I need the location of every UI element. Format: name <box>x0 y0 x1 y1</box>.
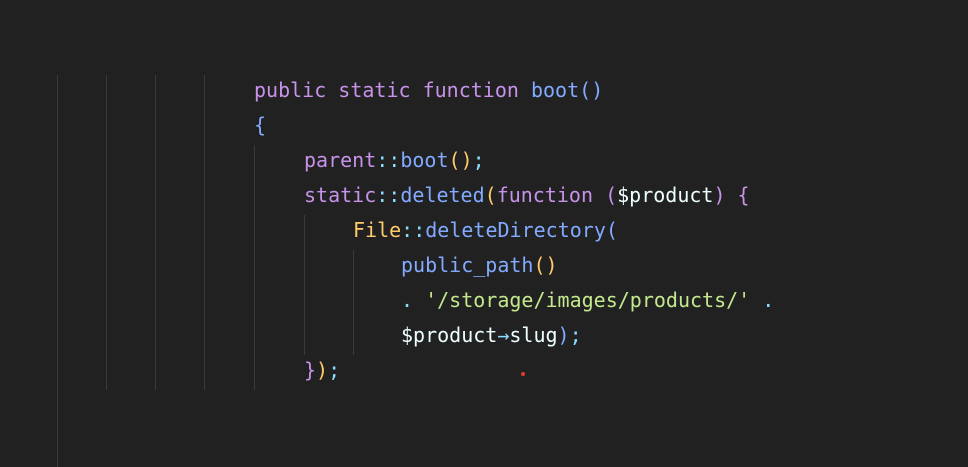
string-token: '/storage/images/products/' <box>425 288 751 312</box>
arrow-operator-token: → <box>497 323 510 347</box>
function-name-token: public_path <box>401 253 534 277</box>
code-line-4[interactable]: static::deleted(function ($product) { <box>304 178 750 213</box>
paren-token: ) <box>557 323 570 347</box>
variable-token: $product <box>617 183 714 207</box>
code-line-1[interactable]: public static function boot() <box>254 73 603 108</box>
indent-guide <box>204 75 205 390</box>
indent-guide <box>353 250 354 355</box>
indent-guide <box>155 75 156 390</box>
keyword-token: static <box>304 183 377 207</box>
paren-token: ( <box>605 218 618 242</box>
paren-token: ) <box>460 148 473 172</box>
paren-token: ) <box>713 183 726 207</box>
code-line-6[interactable]: public_path() <box>401 248 558 283</box>
brace-token: { <box>737 183 750 207</box>
keyword-token: public <box>254 78 327 102</box>
keyword-token: function <box>496 183 594 207</box>
paren-token: ) <box>545 253 558 277</box>
code-line-2[interactable]: { <box>254 108 266 143</box>
keyword-token: static <box>338 78 411 102</box>
function-name-token: boot <box>530 78 580 102</box>
scope-operator-token: :: <box>376 183 401 207</box>
indent-guide <box>106 75 107 390</box>
paren-token: ( <box>448 148 461 172</box>
code-line-8[interactable]: $product→slug); <box>401 318 582 353</box>
keyword-token: parent <box>304 148 377 172</box>
function-name-token: deleteDirectory <box>425 218 606 242</box>
property-token: slug <box>509 323 558 347</box>
paren-token: ( <box>579 78 592 102</box>
function-name-token: deleted <box>400 183 485 207</box>
variable-token: $product <box>401 323 498 347</box>
paren-token: ( <box>484 183 497 207</box>
paren-token: ) <box>591 78 604 102</box>
semicolon-token: ; <box>472 148 485 172</box>
class-name-token: File <box>353 218 402 242</box>
scope-operator-token: :: <box>376 148 401 172</box>
concat-operator-token: . <box>401 288 414 312</box>
paren-token: ( <box>533 253 546 277</box>
scope-operator-token: :: <box>401 218 426 242</box>
semicolon-token: ; <box>569 323 582 347</box>
code-line-5[interactable]: File::deleteDirectory( <box>353 213 618 248</box>
brace-token: { <box>254 113 267 137</box>
indent-guide <box>57 75 58 467</box>
cursor-marker-dot <box>521 372 525 376</box>
code-editor[interactable]: public static function boot() { parent::… <box>0 0 968 467</box>
semicolon-token: ; <box>328 358 341 382</box>
keyword-token: function <box>422 78 519 102</box>
paren-token: ( <box>605 183 618 207</box>
brace-token: } <box>304 358 317 382</box>
concat-operator-token: . <box>762 288 775 312</box>
code-line-7[interactable]: . '/storage/images/products/' . <box>401 283 774 318</box>
code-line-9[interactable]: }); <box>304 353 340 388</box>
paren-token: ) <box>316 358 329 382</box>
indent-guide <box>254 145 255 390</box>
code-line-3[interactable]: parent::boot(); <box>304 143 485 178</box>
indent-guide <box>304 215 305 355</box>
function-name-token: boot <box>400 148 449 172</box>
